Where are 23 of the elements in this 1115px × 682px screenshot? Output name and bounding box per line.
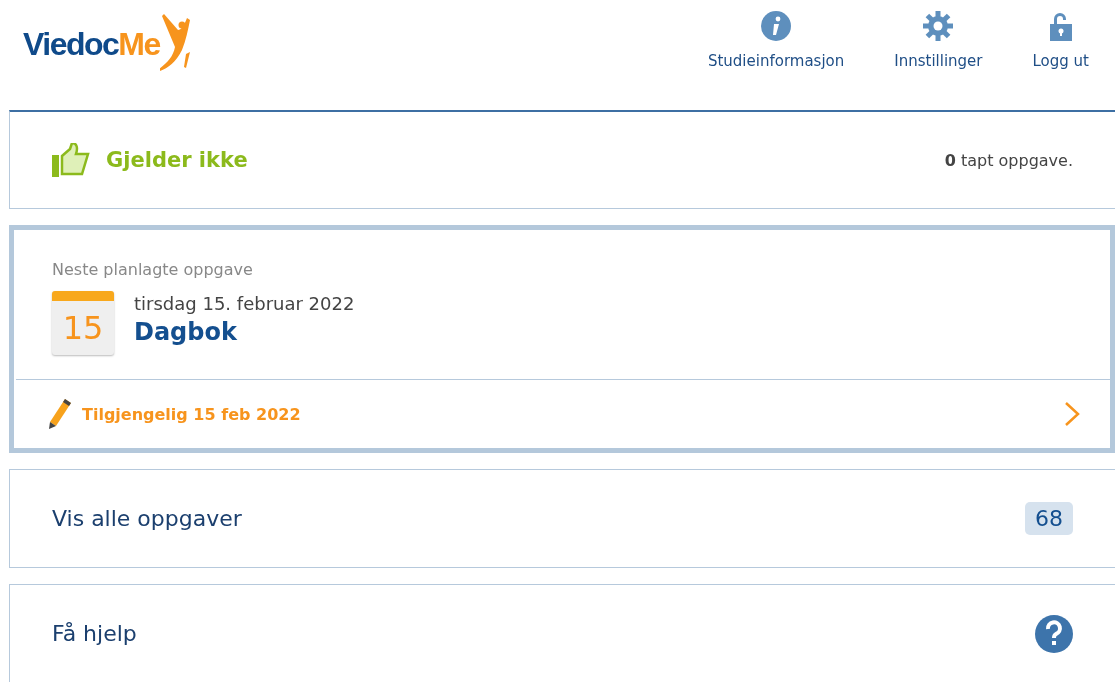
chevron-right-icon — [1064, 401, 1080, 427]
status-label: Gjelder ikke — [106, 148, 248, 172]
thumbs-up-icon — [52, 143, 90, 177]
help-icon — [1035, 614, 1073, 653]
row-label: Få hjelp — [52, 621, 137, 646]
nav-link[interactable]: Innstillinger — [894, 10, 983, 70]
task-title: Dagbok — [134, 318, 238, 346]
next-task-card[interactable]: Neste planlagte oppgave 15 tirsdag 15. februar 2022 Dagbok Tilgjengelig 15 feb 2022 — [9, 225, 1115, 453]
nav-link[interactable]: Studieinformasjon — [707, 10, 845, 70]
menu-row[interactable]: Vis alle oppgaver 68 — [9, 469, 1115, 568]
calendar-icon: 15 — [52, 291, 114, 355]
row-label: Vis alle oppgaver — [52, 506, 242, 531]
settings-icon — [922, 10, 955, 42]
menu-row[interactable]: Få hjelp — [9, 584, 1115, 682]
missed-tasks-text: 0 tapt oppgave. — [944, 150, 1073, 170]
availability-text: Tilgjengelig 15 feb 2022 — [82, 404, 301, 424]
nav-link[interactable]: Logg ut — [1032, 10, 1089, 70]
info-icon — [760, 10, 793, 42]
count-badge: 68 — [1025, 502, 1073, 535]
task-date: tirsdag 15. februar 2022 — [134, 293, 355, 314]
pencil-icon — [48, 398, 72, 430]
logo-text: ViedocMe — [23, 26, 160, 63]
section-heading: Neste planlagte oppgave — [52, 260, 254, 279]
